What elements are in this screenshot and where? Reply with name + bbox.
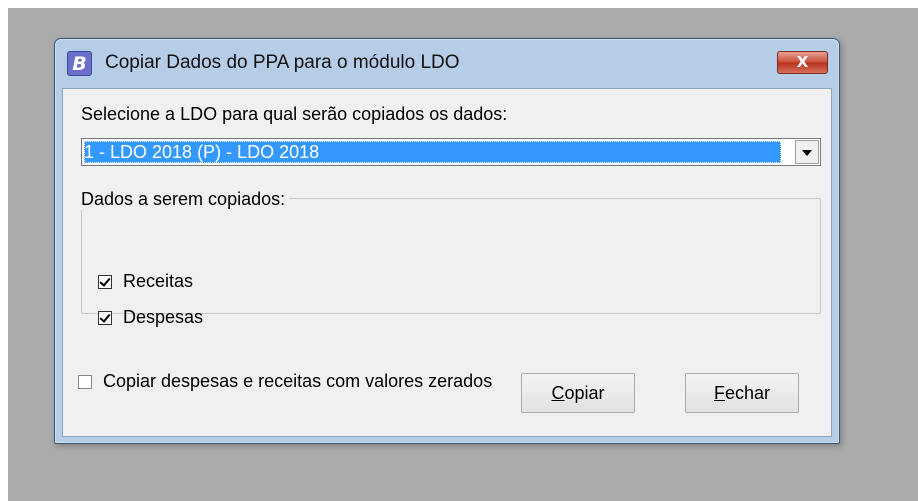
group-legend: Dados a serem copiados:: [77, 189, 290, 210]
zero-values-checkbox-row[interactable]: Copiar despesas e receitas com valores z…: [78, 371, 492, 392]
data-to-copy-group: [81, 198, 821, 314]
ldo-select[interactable]: 1 - LDO 2018 (P) - LDO 2018: [81, 138, 821, 166]
checkmark-icon[interactable]: [98, 274, 112, 289]
receitas-label[interactable]: Receitas: [123, 271, 193, 292]
ldo-select-value[interactable]: 1 - LDO 2018 (P) - LDO 2018: [84, 141, 781, 163]
close-icon[interactable]: X: [777, 51, 828, 74]
b-app-icon: B: [67, 51, 92, 76]
ldo-select-label: Selecione a LDO para qual serão copiados…: [81, 104, 508, 124]
dialog-body: Selecione a LDO para qual serão copiados…: [62, 88, 832, 437]
close-access-key: F: [713, 383, 725, 403]
copy-access-key: C: [551, 383, 565, 403]
zero-values-checkbox[interactable]: [78, 374, 92, 389]
checkmark-icon[interactable]: [98, 310, 112, 325]
window-title: Copiar Dados do PPA para o módulo LDO: [105, 52, 460, 73]
close-label-rest: echar: [724, 383, 771, 403]
receitas-checkbox-row[interactable]: Receitas: [98, 271, 193, 292]
zero-values-label[interactable]: Copiar despesas e receitas com valores z…: [103, 371, 492, 392]
copy-ppa-dialog: B Copiar Dados do PPA para o módulo LDO …: [54, 38, 840, 444]
despesas-checkbox-row[interactable]: Despesas: [98, 307, 203, 328]
despesas-label[interactable]: Despesas: [123, 307, 203, 328]
close-button[interactable]: Fechar: [685, 373, 799, 413]
copy-label-rest: opiar: [564, 383, 605, 403]
title-bar[interactable]: B Copiar Dados do PPA para o módulo LDO …: [55, 39, 839, 88]
chevron-down-icon[interactable]: [795, 140, 819, 164]
copy-button[interactable]: Copiar: [521, 373, 635, 413]
